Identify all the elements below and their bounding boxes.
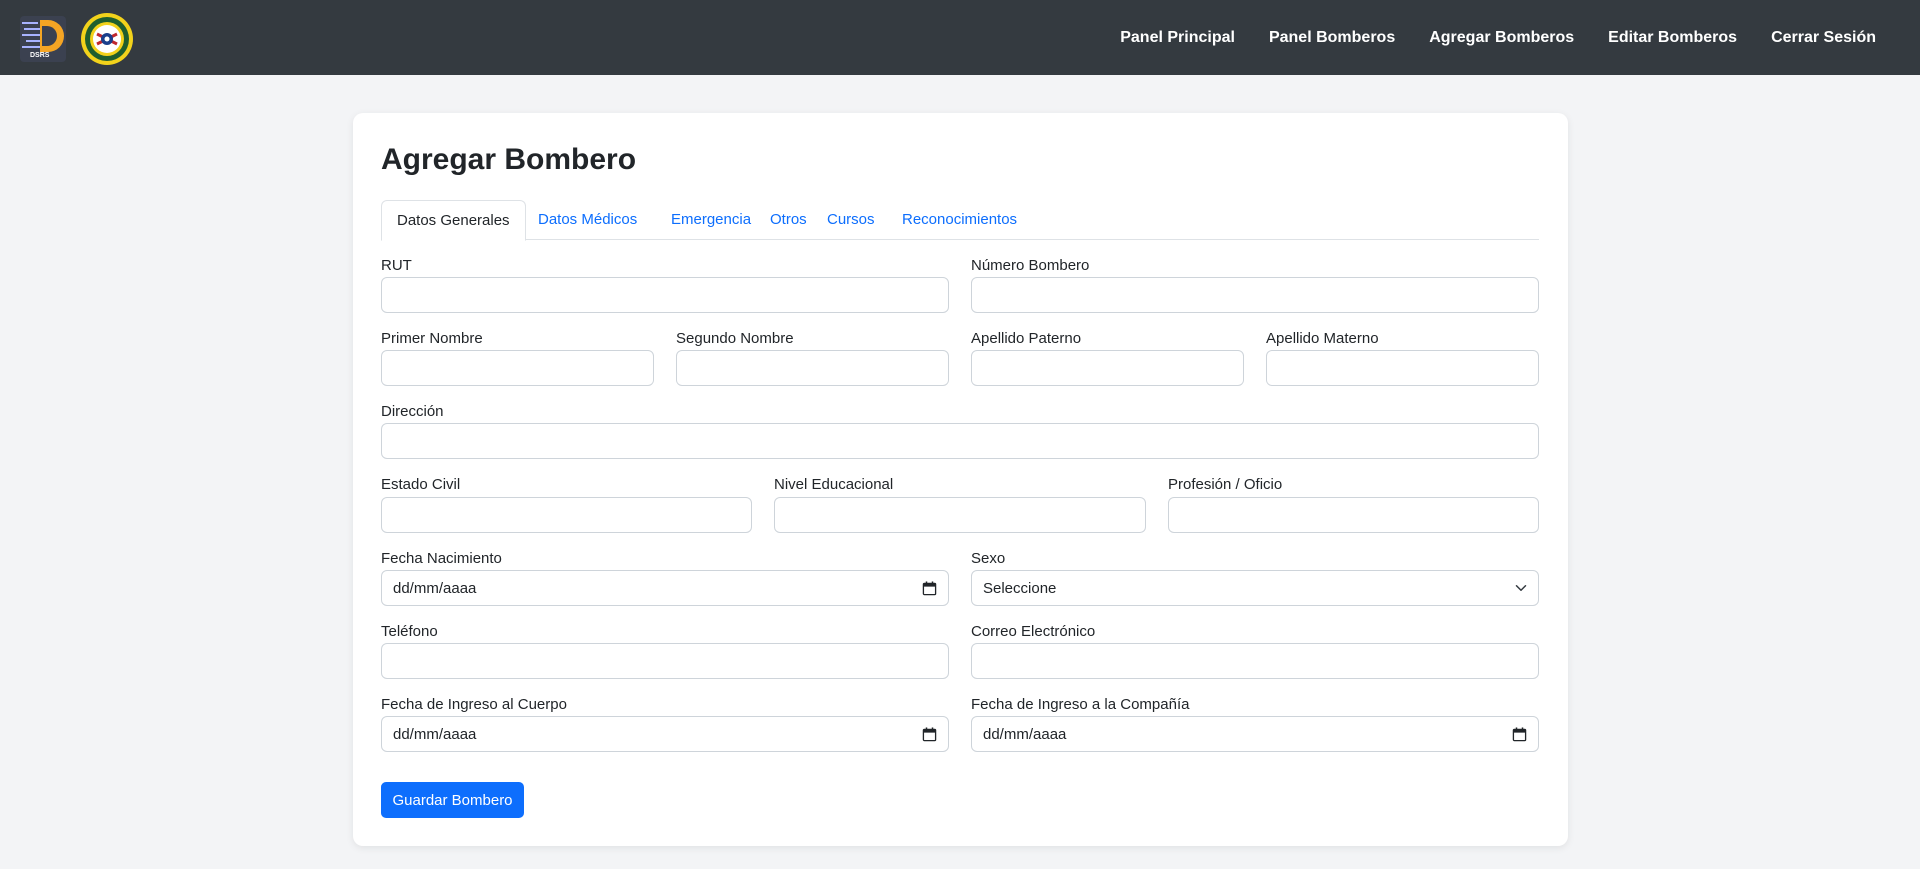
apellido-paterno-input[interactable]: [971, 350, 1244, 386]
fecha-nacimiento-input[interactable]: dd/mm/aaaa: [381, 570, 949, 606]
nav-editar-bomberos[interactable]: Editar Bomberos: [1608, 29, 1737, 47]
nav-links: Panel Principal Panel Bomberos Agregar B…: [1120, 0, 1876, 75]
chevron-down-icon: [1515, 585, 1527, 591]
fecha-ingreso-cuerpo-label: Fecha de Ingreso al Cuerpo: [381, 696, 567, 713]
form-card: Agregar Bombero Datos Generales Datos Mé…: [353, 113, 1568, 846]
nivel-educacional-label: Nivel Educacional: [774, 476, 894, 493]
profesion-input[interactable]: [1168, 497, 1539, 533]
seal-icon: [81, 13, 133, 65]
tab-bar: Datos Generales Datos Médicos Emergencia…: [381, 200, 1539, 241]
calendar-icon[interactable]: [922, 580, 937, 596]
fecha-ingreso-compania-label: Fecha de Ingreso a la Compañía: [971, 696, 1190, 713]
dsrs-logo[interactable]: DSRS: [18, 14, 68, 64]
tab-datos-generales[interactable]: Datos Generales: [381, 200, 526, 241]
nivel-educacional-input[interactable]: [774, 497, 1146, 533]
dsrs-logo-text: DSRS: [30, 52, 50, 59]
correo-input[interactable]: [971, 643, 1539, 679]
fire-department-seal-logo[interactable]: [80, 12, 134, 66]
nav-agregar-bomberos[interactable]: Agregar Bomberos: [1429, 29, 1574, 47]
tab-reconocimientos[interactable]: Reconocimientos: [887, 200, 1032, 240]
page-title: Agregar Bombero: [381, 143, 637, 176]
fecha-ingreso-compania-input[interactable]: dd/mm/aaaa: [971, 716, 1539, 752]
calendar-icon[interactable]: [1512, 726, 1527, 742]
estado-civil-label: Estado Civil: [381, 476, 461, 493]
numero-bombero-label: Número Bombero: [971, 257, 1090, 274]
fecha-nacimiento-label: Fecha Nacimiento: [381, 550, 502, 567]
estado-civil-input[interactable]: [381, 497, 752, 533]
primer-nombre-input[interactable]: [381, 350, 654, 386]
apellido-paterno-label: Apellido Paterno: [971, 330, 1082, 347]
apellido-materno-label: Apellido Materno: [1266, 330, 1379, 347]
sexo-label: Sexo: [971, 550, 1006, 567]
sexo-selected-value: Seleccione: [983, 579, 1057, 597]
tab-datos-medicos[interactable]: Datos Médicos: [523, 200, 652, 240]
fecha-nacimiento-value: dd/mm/aaaa: [393, 579, 477, 597]
apellido-materno-input[interactable]: [1266, 350, 1539, 386]
rut-input[interactable]: [381, 277, 949, 313]
telefono-label: Teléfono: [381, 623, 438, 640]
segundo-nombre-input[interactable]: [676, 350, 949, 386]
save-bombero-button[interactable]: Guardar Bombero: [381, 782, 524, 818]
tab-emergencia[interactable]: Emergencia: [656, 200, 766, 240]
numero-bombero-input[interactable]: [971, 277, 1539, 313]
fecha-ingreso-cuerpo-value: dd/mm/aaaa: [393, 725, 477, 743]
nav-panel-bomberos[interactable]: Panel Bomberos: [1269, 29, 1395, 47]
sexo-select[interactable]: Seleccione: [971, 570, 1539, 606]
top-navbar: DSRS Panel Principal Panel Bomberos Agre…: [0, 0, 1920, 75]
fecha-ingreso-cuerpo-input[interactable]: dd/mm/aaaa: [381, 716, 949, 752]
primer-nombre-label: Primer Nombre: [381, 330, 483, 347]
tab-cursos[interactable]: Cursos: [812, 200, 890, 240]
nav-cerrar-sesion[interactable]: Cerrar Sesión: [1771, 29, 1876, 47]
logo-group: DSRS: [18, 12, 134, 66]
correo-label: Correo Electrónico: [971, 623, 1096, 640]
segundo-nombre-label: Segundo Nombre: [676, 330, 794, 347]
profesion-label: Profesión / Oficio: [1168, 476, 1283, 493]
rut-label: RUT: [381, 257, 412, 274]
direccion-label: Dirección: [381, 403, 444, 420]
fecha-ingreso-compania-value: dd/mm/aaaa: [983, 725, 1067, 743]
nav-panel-principal[interactable]: Panel Principal: [1120, 29, 1235, 47]
telefono-input[interactable]: [381, 643, 949, 679]
direccion-input[interactable]: [381, 423, 1539, 459]
calendar-icon[interactable]: [922, 726, 937, 742]
